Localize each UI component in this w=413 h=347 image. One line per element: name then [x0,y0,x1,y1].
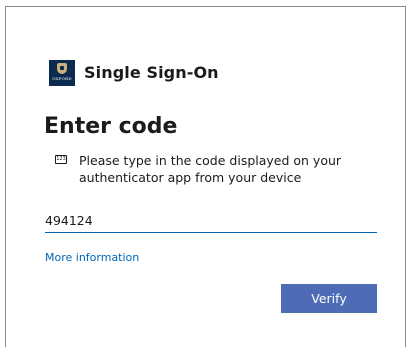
instruction-text: Please type in the code displayed on you… [79,153,342,185]
crest-shape [57,62,67,74]
page-title: Enter code [44,114,178,139]
brand-title: Single Sign-On [84,63,219,82]
logo-text: OXFORD [52,75,72,81]
more-information-link[interactable]: More information [45,251,139,264]
keypad-123-icon: 123 [55,155,67,164]
instruction-row: 123 Please type in the code displayed on… [55,152,375,186]
verify-button[interactable]: Verify [281,284,377,313]
code-input[interactable] [45,205,377,233]
brand-header: OXFORD Single Sign-On [49,59,219,86]
oxford-logo-icon: OXFORD [49,59,75,86]
